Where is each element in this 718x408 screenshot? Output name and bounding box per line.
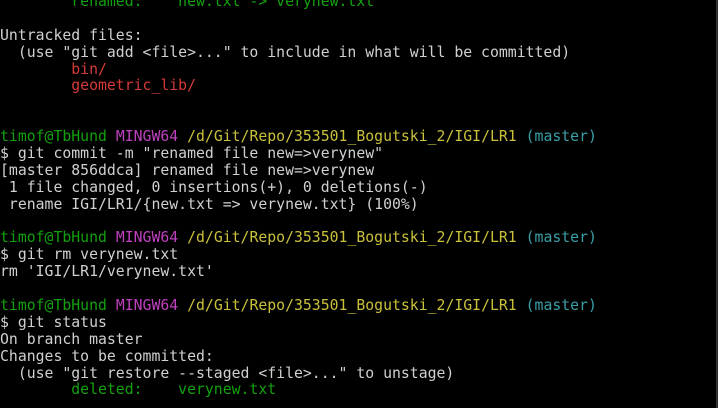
terminal-line: timof@TbHund MINGW64 /d/Git/Repo/353501_… bbox=[0, 230, 597, 247]
window-edge bbox=[716, 0, 717, 408]
terminal-line: renamed: new.txt -> verynew.txt bbox=[0, 0, 597, 11]
terminal-window[interactable]: renamed: new.txt -> verynew.txt Untracke… bbox=[0, 0, 718, 408]
terminal-text-segment: MINGW64 bbox=[115, 128, 188, 146]
terminal-text-segment: MINGW64 bbox=[115, 297, 188, 315]
terminal-text-segment: [master 856ddca] renamed file new=>veryn… bbox=[0, 161, 375, 179]
terminal-line: rename IGI/LR1/{new.txt => verynew.txt} … bbox=[0, 195, 597, 214]
terminal-text-segment: bin/ bbox=[0, 60, 107, 78]
terminal-line: [master 856ddca] renamed file new=>veryn… bbox=[0, 161, 597, 180]
terminal-line: Untracked files: bbox=[0, 26, 597, 45]
terminal-text-segment: $ git rm verynew.txt bbox=[0, 246, 179, 264]
terminal-text-segment: MINGW64 bbox=[115, 229, 188, 247]
terminal-line: (use "git add <file>..." to include in w… bbox=[0, 43, 597, 62]
terminal-line: On branch master bbox=[0, 330, 597, 349]
terminal-text-segment: (master) bbox=[516, 229, 597, 247]
terminal-text-segment: /d/Git/Repo/353501_Bogutski_2/IGI/LR1 bbox=[187, 229, 517, 247]
terminal-text-segment: Changes to be committed: bbox=[0, 347, 214, 365]
terminal-text-segment: $ git status bbox=[0, 313, 107, 331]
terminal-text-segment: timof@TbHund bbox=[0, 229, 116, 247]
terminal-line: geometric_lib/ bbox=[0, 78, 597, 95]
terminal-line: timof@TbHund MINGW64 /d/Git/Repo/353501_… bbox=[0, 128, 597, 146]
terminal-text-segment: rm 'IGI/LR1/verynew.txt' bbox=[0, 263, 214, 281]
terminal-text-segment: (master) bbox=[516, 128, 597, 146]
terminal-text-segment: Untracked files: bbox=[0, 26, 143, 44]
terminal-line: $ git commit -m "renamed file new=>veryn… bbox=[0, 145, 597, 163]
terminal-text-segment: $ git commit -m "renamed file new=>veryn… bbox=[0, 145, 384, 163]
terminal-line: timof@TbHund MINGW64 /d/Git/Repo/353501_… bbox=[0, 297, 597, 315]
terminal-text-segment: 1 file changed, 0 insertions(+), 0 delet… bbox=[0, 178, 428, 196]
terminal-line: deleted: verynew.txt bbox=[0, 382, 597, 399]
terminal-text-segment: timof@TbHund bbox=[0, 128, 116, 146]
terminal-text-segment: /d/Git/Repo/353501_Bogutski_2/IGI/LR1 bbox=[187, 128, 517, 146]
terminal-text-segment: rename IGI/LR1/{new.txt => verynew.txt} … bbox=[0, 195, 419, 213]
terminal-text-segment: (use "git restore --staged <file>..." to… bbox=[0, 364, 455, 382]
terminal-text-segment: deleted: verynew.txt bbox=[0, 381, 277, 399]
terminal-line: $ git rm verynew.txt bbox=[0, 246, 597, 264]
terminal-line: Changes to be committed: bbox=[0, 347, 597, 366]
terminal-output: renamed: new.txt -> verynew.txt Untracke… bbox=[0, 0, 597, 399]
terminal-text-segment: On branch master bbox=[0, 330, 143, 348]
terminal-text-segment: geometric_lib/ bbox=[0, 77, 196, 95]
terminal-line: $ git status bbox=[0, 313, 597, 332]
terminal-line: (use "git restore --staged <file>..." to… bbox=[0, 364, 597, 383]
terminal-line: bin/ bbox=[0, 60, 597, 79]
terminal-text-segment: (master) bbox=[516, 297, 597, 315]
terminal-text-segment: timof@TbHund bbox=[0, 297, 116, 315]
terminal-text-segment: renamed: new.txt -> verynew.txt bbox=[0, 0, 375, 10]
terminal-text-segment: (use "git add <file>..." to include in w… bbox=[0, 43, 571, 61]
terminal-line: rm 'IGI/LR1/verynew.txt' bbox=[0, 263, 597, 281]
terminal-line: 1 file changed, 0 insertions(+), 0 delet… bbox=[0, 178, 597, 197]
terminal-text-segment: /d/Git/Repo/353501_Bogutski_2/IGI/LR1 bbox=[187, 297, 517, 315]
